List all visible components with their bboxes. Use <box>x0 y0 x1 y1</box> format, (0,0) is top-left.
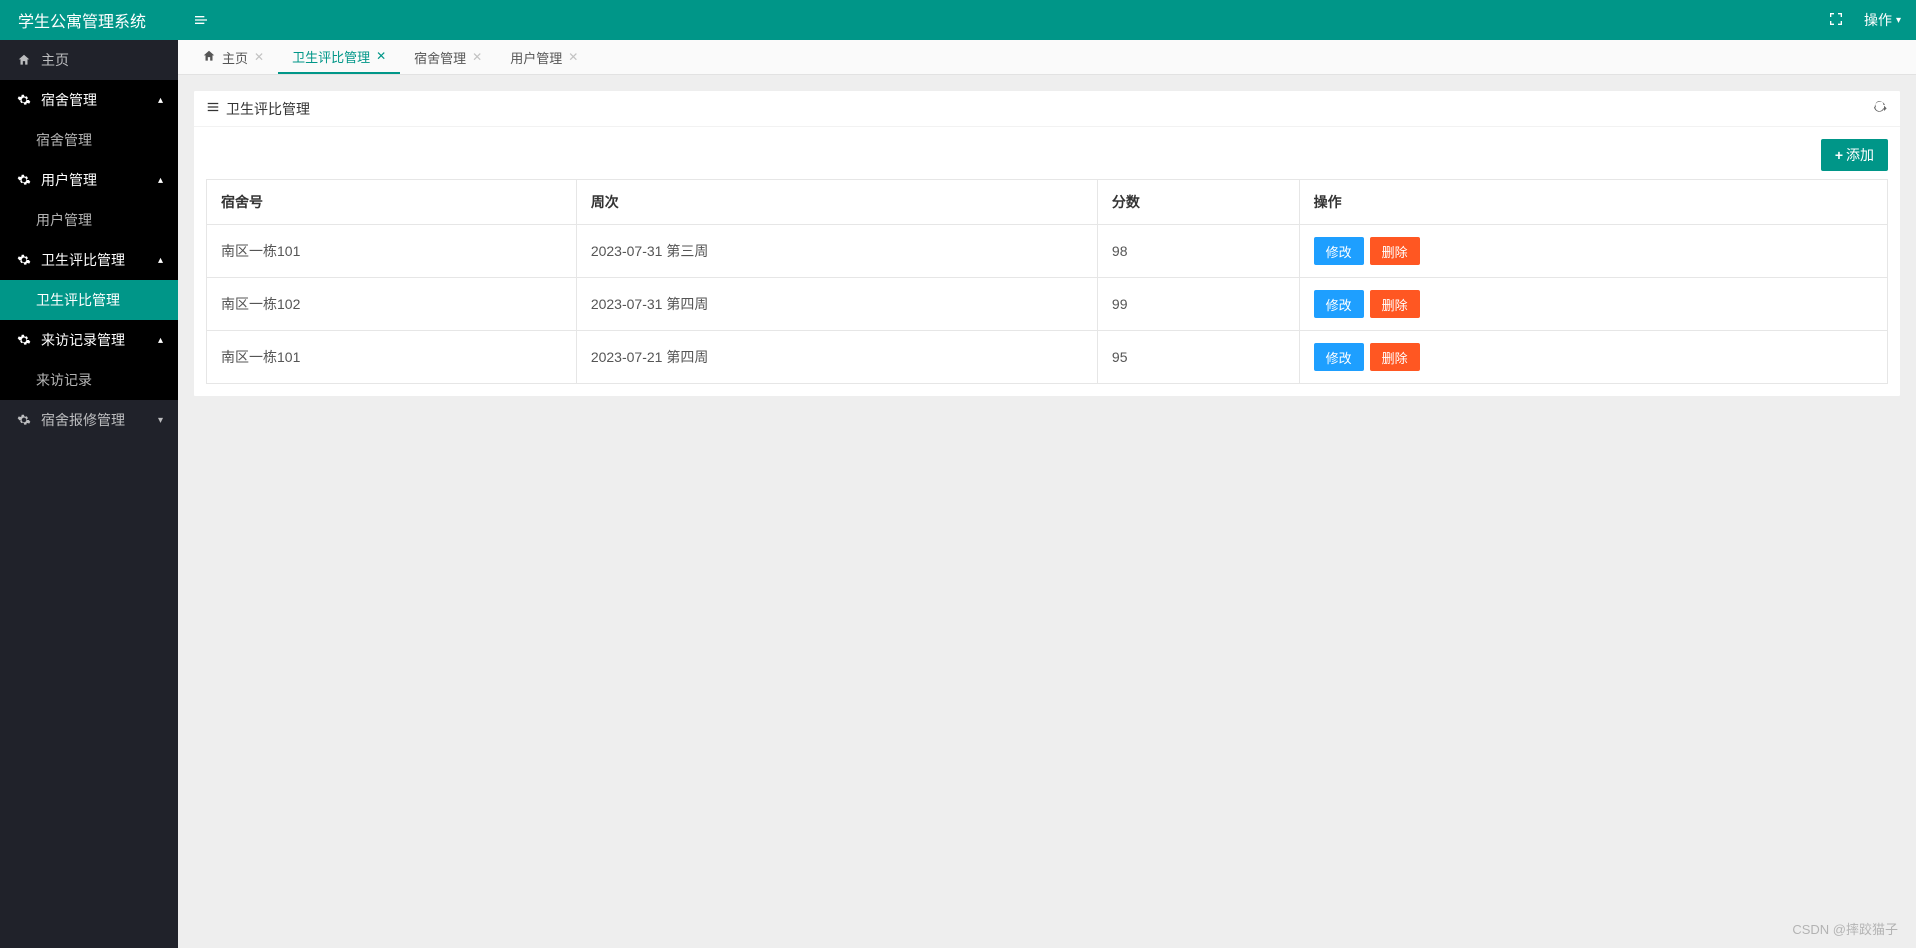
sidebar-item-dorm-manage[interactable]: 宿舍管理 <box>0 120 178 160</box>
gear-icon <box>15 333 33 347</box>
bars-icon <box>206 100 220 117</box>
cell-week: 2023-07-31 第四周 <box>576 278 1097 331</box>
gear-icon <box>15 413 33 427</box>
cell-dorm: 南区一栋101 <box>207 225 577 278</box>
page-tabs: 主页 ✕ 卫生评比管理 ✕ 宿舍管理 ✕ 用户管理 ✕ <box>178 40 1916 75</box>
sidebar-item-hygiene[interactable]: 卫生评比管理 ▴ <box>0 240 178 280</box>
sidebar-item-label: 来访记录管理 <box>41 330 158 350</box>
cell-dorm: 南区一栋101 <box>207 331 577 384</box>
sidebar-item-repair[interactable]: 宿舍报修管理 ▾ <box>0 400 178 440</box>
content-area: 卫生评比管理 + 添加 <box>178 75 1916 948</box>
table-header-row: 宿舍号 周次 分数 操作 <box>207 180 1888 225</box>
cell-score: 95 <box>1097 331 1299 384</box>
tab[interactable]: 宿舍管理 ✕ <box>400 40 496 74</box>
gear-icon <box>15 253 33 267</box>
brand-logo: 学生公寓管理系统 <box>0 0 178 40</box>
panel-header: 卫生评比管理 <box>194 91 1900 127</box>
close-icon[interactable]: ✕ <box>376 49 386 63</box>
sidebar-item-label: 用户管理 <box>41 170 158 190</box>
actions-label: 操作 <box>1864 10 1892 30</box>
panel-toolbar: + 添加 <box>206 139 1888 171</box>
delete-button[interactable]: 删除 <box>1370 237 1420 265</box>
sidebar-item-label: 用户管理 <box>36 210 92 230</box>
chevron-up-icon: ▴ <box>158 335 163 346</box>
refresh-button[interactable] <box>1872 99 1888 118</box>
main-area: 操作 ▾ 主页 ✕ 卫生评比管理 ✕ 宿舍管理 ✕ 用户管理 ✕ 卫生评比管理 <box>178 0 1916 948</box>
home-icon <box>202 49 216 66</box>
sidebar-item-label: 主页 <box>41 50 163 70</box>
col-week: 周次 <box>576 180 1097 225</box>
tab[interactable]: 卫生评比管理 ✕ <box>278 40 400 74</box>
delete-button[interactable]: 删除 <box>1370 290 1420 318</box>
tab[interactable]: 主页 ✕ <box>188 40 278 74</box>
actions-dropdown[interactable]: 操作 ▾ <box>1864 10 1901 30</box>
cell-week: 2023-07-21 第四周 <box>576 331 1097 384</box>
tab-label: 宿舍管理 <box>414 48 466 67</box>
chevron-down-icon: ▾ <box>158 415 163 426</box>
edit-button[interactable]: 修改 <box>1314 290 1364 318</box>
sidebar-item-label: 宿舍报修管理 <box>41 410 158 430</box>
row-actions: 修改删除 <box>1314 290 1873 318</box>
toggle-sidebar-button[interactable] <box>193 12 209 28</box>
row-actions: 修改删除 <box>1314 237 1873 265</box>
close-icon[interactable]: ✕ <box>254 50 264 64</box>
cell-score: 98 <box>1097 225 1299 278</box>
chevron-up-icon: ▴ <box>158 95 163 106</box>
sidebar-item-hygiene-manage[interactable]: 卫生评比管理 <box>0 280 178 320</box>
home-icon <box>15 53 33 67</box>
row-actions: 修改删除 <box>1314 343 1873 371</box>
sidebar-item-dorm[interactable]: 宿舍管理 ▴ <box>0 80 178 120</box>
cell-actions: 修改删除 <box>1299 225 1887 278</box>
table-row: 南区一栋1022023-07-31 第四周99 修改删除 <box>207 278 1888 331</box>
cell-dorm: 南区一栋102 <box>207 278 577 331</box>
col-score: 分数 <box>1097 180 1299 225</box>
add-button-label: 添加 <box>1846 145 1874 165</box>
data-table: 宿舍号 周次 分数 操作 南区一栋1012023-07-31 第三周98修改删除… <box>206 179 1888 384</box>
tab-label: 卫生评比管理 <box>292 47 370 66</box>
cell-week: 2023-07-31 第三周 <box>576 225 1097 278</box>
sidebar-item-label: 卫生评比管理 <box>36 290 120 310</box>
panel-title: 卫生评比管理 <box>226 99 310 119</box>
chevron-up-icon: ▴ <box>158 255 163 266</box>
close-icon[interactable]: ✕ <box>568 50 578 64</box>
gear-icon <box>15 93 33 107</box>
sidebar: 学生公寓管理系统 主页 宿舍管理 ▴ 宿舍管理 <box>0 0 178 948</box>
col-dorm: 宿舍号 <box>207 180 577 225</box>
sidebar-item-home[interactable]: 主页 <box>0 40 178 80</box>
sidebar-item-visit-record[interactable]: 来访记录 <box>0 360 178 400</box>
sidebar-menu: 主页 宿舍管理 ▴ 宿舍管理 用户管理 ▴ 用户管理 <box>0 40 178 948</box>
panel: 卫生评比管理 + 添加 <box>193 90 1901 397</box>
sidebar-item-label: 宿舍管理 <box>41 90 158 110</box>
delete-button[interactable]: 删除 <box>1370 343 1420 371</box>
close-icon[interactable]: ✕ <box>472 50 482 64</box>
fullscreen-button[interactable] <box>1828 11 1844 30</box>
col-actions: 操作 <box>1299 180 1887 225</box>
cell-actions: 修改删除 <box>1299 278 1887 331</box>
chevron-up-icon: ▴ <box>158 175 163 186</box>
add-button[interactable]: + 添加 <box>1821 139 1888 171</box>
table-row: 南区一栋1012023-07-31 第三周98 修改删除 <box>207 225 1888 278</box>
chevron-down-icon: ▾ <box>1896 15 1901 26</box>
sidebar-item-visit[interactable]: 来访记录管理 ▴ <box>0 320 178 360</box>
tab-label: 用户管理 <box>510 48 562 67</box>
cell-score: 99 <box>1097 278 1299 331</box>
cell-actions: 修改删除 <box>1299 331 1887 384</box>
sidebar-item-label: 卫生评比管理 <box>41 250 158 270</box>
tab[interactable]: 用户管理 ✕ <box>496 40 592 74</box>
sidebar-item-label: 来访记录 <box>36 370 92 390</box>
edit-button[interactable]: 修改 <box>1314 343 1364 371</box>
sidebar-item-user-manage[interactable]: 用户管理 <box>0 200 178 240</box>
plus-icon: + <box>1835 147 1843 163</box>
panel-body: + 添加 宿舍号 周次 分数 操作 南 <box>194 127 1900 396</box>
edit-button[interactable]: 修改 <box>1314 237 1364 265</box>
tab-label: 主页 <box>222 48 248 67</box>
table-row: 南区一栋1012023-07-21 第四周95 修改删除 <box>207 331 1888 384</box>
topbar: 操作 ▾ <box>178 0 1916 40</box>
gear-icon <box>15 173 33 187</box>
brand-title: 学生公寓管理系统 <box>18 8 146 32</box>
sidebar-item-label: 宿舍管理 <box>36 130 92 150</box>
sidebar-item-user[interactable]: 用户管理 ▴ <box>0 160 178 200</box>
